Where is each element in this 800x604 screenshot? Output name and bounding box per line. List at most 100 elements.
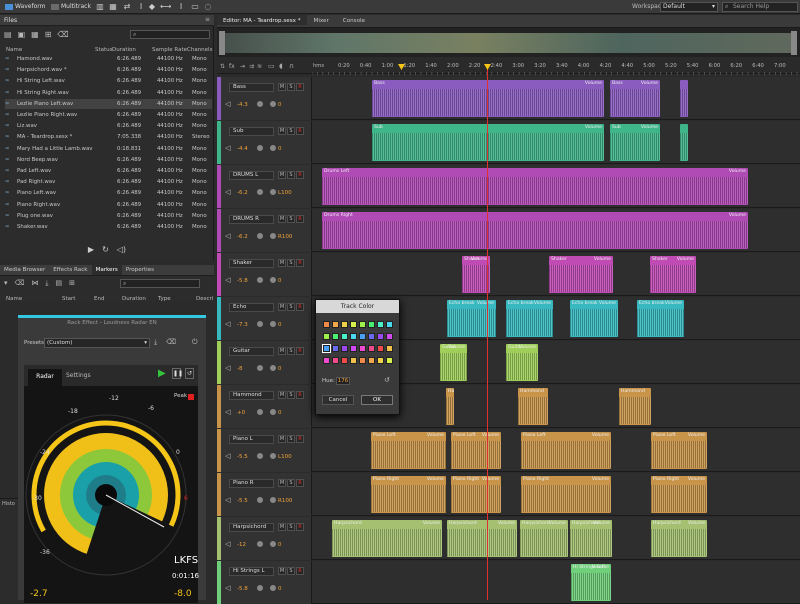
clip-icon[interactable]: ▭ [268, 62, 275, 70]
color-swatch[interactable] [332, 321, 339, 328]
tab-settings[interactable]: Settings [66, 372, 91, 379]
track-pan-value[interactable]: 0 [278, 278, 282, 284]
record-arm-button[interactable]: R [296, 479, 304, 487]
track-volume-value[interactable]: -5.5 [237, 454, 248, 460]
track-header[interactable]: Guitar M S R ◁ -8 0 [217, 341, 312, 384]
marker-column-end[interactable]: End [94, 295, 104, 303]
track-color-strip[interactable] [217, 253, 221, 296]
track-volume-value[interactable]: -5.8 [237, 586, 248, 592]
column-status[interactable]: Status [95, 46, 113, 54]
autoplay-icon[interactable]: ◁) [117, 245, 126, 260]
track-color-strip[interactable] [217, 429, 221, 472]
track-name-field[interactable]: Guitar [229, 347, 274, 356]
record-arm-button[interactable]: R [296, 83, 304, 91]
mute-button[interactable]: M [278, 83, 286, 91]
color-swatch[interactable] [359, 333, 366, 340]
solo-button[interactable]: S [287, 171, 295, 179]
color-swatch[interactable] [377, 321, 384, 328]
audio-clip[interactable]: Harpsichord Volume [332, 520, 442, 557]
volume-knob[interactable] [256, 584, 264, 592]
mute-button[interactable]: M [278, 567, 286, 575]
volume-knob[interactable] [256, 144, 264, 152]
tab-media-browser[interactable]: Media Browser [0, 265, 49, 275]
pan-knob[interactable] [269, 100, 277, 108]
file-row[interactable]: ≈ Hi String Left.wav 6:26.489 44100 Hz Mono [5, 76, 212, 86]
track-pan-value[interactable]: R100 [278, 498, 292, 504]
color-swatch[interactable] [322, 344, 331, 353]
tab-radar[interactable]: Radar [28, 369, 62, 386]
audio-clip[interactable]: Piano Left Volume [371, 432, 446, 469]
solo-button[interactable]: S [287, 523, 295, 531]
cancel-button[interactable]: Cancel [322, 395, 354, 405]
panel-menu-icon[interactable]: ≡ [205, 16, 210, 23]
color-swatch[interactable] [368, 321, 375, 328]
marker-column-start[interactable]: Start [62, 295, 75, 303]
track-color-strip[interactable] [217, 473, 221, 516]
track-header[interactable]: Bass M S R ◁ -4.3 0 [217, 77, 312, 120]
pan-knob[interactable] [269, 584, 277, 592]
playhead[interactable] [487, 66, 488, 600]
record-arm-button[interactable]: R [296, 171, 304, 179]
delete-file-icon[interactable]: ⌫ [57, 30, 68, 42]
file-row[interactable]: ≈ Piano Left.wav 6:26.489 44100 Hz Mono [5, 188, 212, 198]
color-swatch[interactable] [377, 333, 384, 340]
volume-knob[interactable] [256, 232, 264, 240]
solo-button[interactable]: S [287, 567, 295, 575]
column-duration[interactable]: Duration [112, 46, 136, 54]
track-color-strip[interactable] [217, 561, 221, 604]
color-swatch[interactable] [386, 357, 393, 364]
tab-multitrack[interactable]: Multitrack [48, 2, 94, 12]
track-name-field[interactable]: Hi Strings L [229, 567, 274, 576]
pan-knob[interactable] [269, 232, 277, 240]
track-header[interactable]: Echo M S R ◁ -7.3 0 [217, 297, 312, 340]
solo-button[interactable]: S [287, 83, 295, 91]
audio-clip[interactable]: Piano Left Volume [451, 432, 501, 469]
reset-icon[interactable]: ↺ [185, 368, 194, 379]
track-color-strip[interactable] [217, 517, 221, 560]
audio-clip[interactable]: Shaker Volume [650, 256, 696, 293]
color-swatch[interactable] [350, 345, 357, 352]
audio-clip[interactable]: Piano Right Volume [651, 476, 707, 513]
tab-history[interactable]: Histo [2, 501, 15, 507]
solo-button[interactable]: S [287, 391, 295, 399]
track-volume-value[interactable]: -12 [237, 542, 246, 548]
mute-button[interactable]: M [278, 391, 286, 399]
track-name-field[interactable]: Bass [229, 83, 274, 92]
track-name-field[interactable]: Echo [229, 303, 274, 312]
lasso-tool-icon[interactable]: ◌ [203, 2, 213, 12]
pan-knob[interactable] [269, 188, 277, 196]
track-pan-value[interactable]: 0 [278, 410, 282, 416]
color-swatch[interactable] [350, 333, 357, 340]
mute-button[interactable]: M [278, 479, 286, 487]
pan-knob[interactable] [269, 452, 277, 460]
track-name-field[interactable]: Sub [229, 127, 274, 136]
color-swatch[interactable] [341, 321, 348, 328]
audio-clip[interactable]: Echo break Volume [570, 300, 618, 337]
select-tool-icon[interactable]: ◆ [147, 2, 157, 12]
mute-button[interactable]: M [278, 127, 286, 135]
track-pan-value[interactable]: L100 [278, 190, 292, 196]
add-marker-icon[interactable]: ▾ [4, 279, 8, 288]
color-swatch[interactable] [332, 357, 339, 364]
volume-knob[interactable] [256, 540, 264, 548]
color-swatch[interactable] [386, 333, 393, 340]
overview-handle-right[interactable] [791, 31, 797, 55]
pan-knob[interactable] [269, 320, 277, 328]
file-row[interactable]: ≈ Pad Right.wav 6:26.489 44100 Hz Mono [5, 177, 212, 187]
column-channels[interactable]: Channels [187, 46, 212, 54]
audio-clip[interactable]: Piano Right Volume [451, 476, 501, 513]
mute-button[interactable]: M [278, 259, 286, 267]
file-row[interactable]: ≈ Hamond.wav 6:26.489 44100 Hz Mono [5, 54, 212, 64]
track-color-strip[interactable] [217, 209, 221, 252]
razor-tool-icon[interactable]: I [136, 2, 146, 12]
solo-button[interactable]: S [287, 127, 295, 135]
file-row[interactable]: ≈ Shaker.wav 6:26.489 44100 Hz Mono [5, 222, 212, 232]
delete-preset-icon[interactable]: ⌫ [166, 338, 176, 346]
volume-knob[interactable] [256, 496, 264, 504]
audio-clip[interactable]: Shaker Volume [549, 256, 613, 293]
color-swatch[interactable] [368, 345, 375, 352]
reset-hue-icon[interactable]: ↺ [384, 376, 390, 384]
record-arm-button[interactable]: R [296, 347, 304, 355]
track-volume-value[interactable]: -5.5 [237, 498, 248, 504]
tab-editor[interactable]: Editor: MA - Teardrop.sesx * [217, 15, 307, 25]
